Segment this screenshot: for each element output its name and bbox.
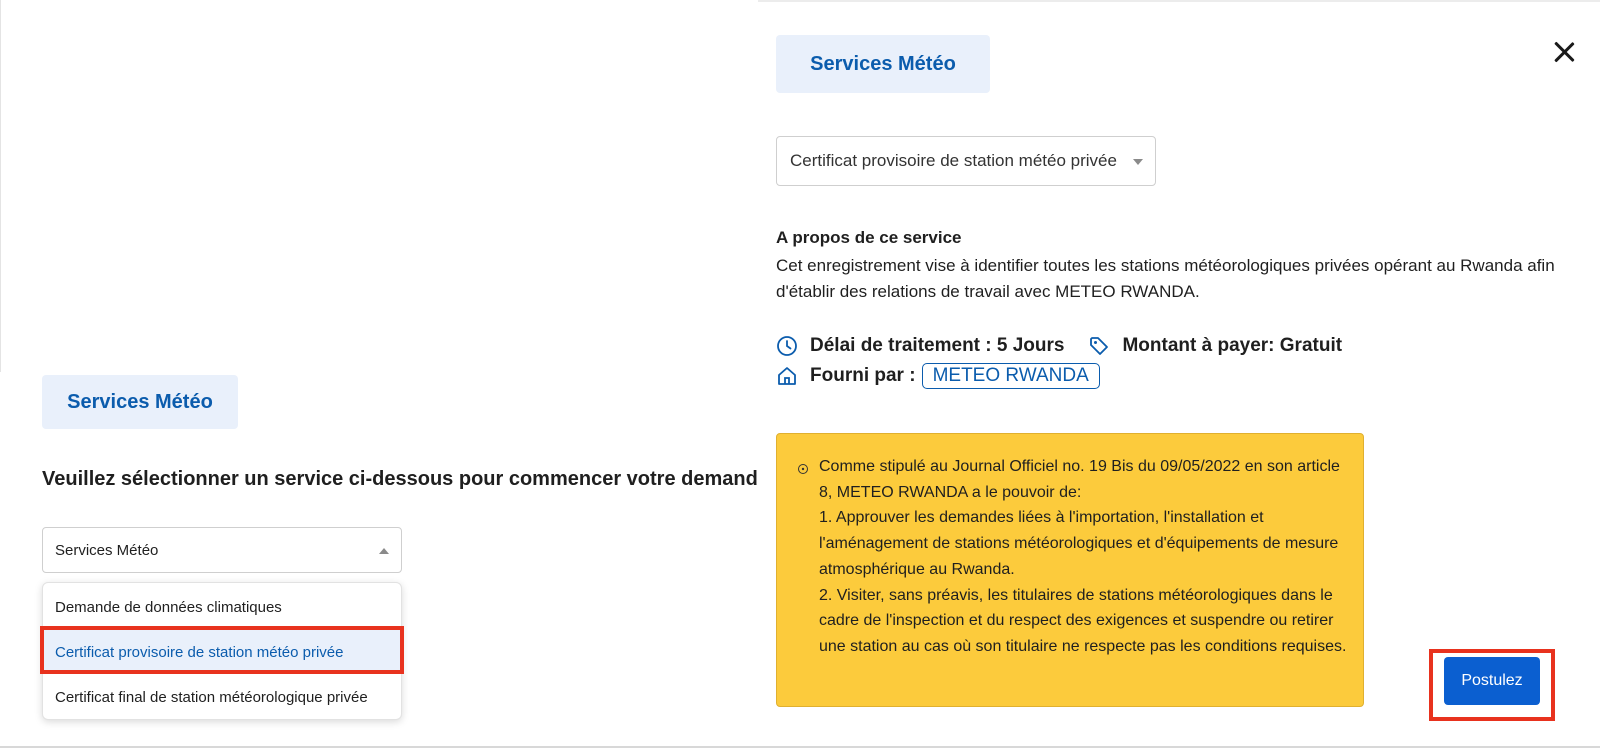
category-chip[interactable]: Services Météo xyxy=(776,35,990,93)
service-select-value: Certificat provisoire de station météo p… xyxy=(790,151,1117,170)
provider-row: Fourni par : METEO RWANDA xyxy=(776,363,1100,389)
left-panel: Services Météo Veuillez sélectionner un … xyxy=(0,0,769,748)
apply-button[interactable]: Postulez xyxy=(1444,657,1540,705)
legal-notice: Comme stipulé au Journal Officiel no. 19… xyxy=(776,433,1364,707)
divider xyxy=(758,0,1600,2)
option-label: Certificat provisoire de station météo p… xyxy=(55,643,344,661)
notice-line: Comme stipulé au Journal Officiel no. 19… xyxy=(819,458,1340,501)
service-meta-row: Délai de traitement : 5 Jours Montant à … xyxy=(776,335,1342,357)
category-chip[interactable]: Services Météo xyxy=(42,375,238,429)
service-category-select[interactable]: Services Météo xyxy=(42,527,402,573)
caret-up-icon xyxy=(379,548,389,554)
option-final-certificate[interactable]: Certificat final de station météorologiq… xyxy=(43,675,401,719)
provided-by-label: Fourni par : xyxy=(810,365,916,386)
service-dropdown-menu: Demande de données climatiques Certifica… xyxy=(42,582,402,720)
provider-badge: METEO RWANDA xyxy=(921,363,1100,389)
close-icon[interactable] xyxy=(1550,38,1578,66)
amount-to-pay: Montant à payer: Gratuit xyxy=(1122,335,1343,356)
tag-icon xyxy=(1088,335,1110,357)
caret-down-icon xyxy=(1133,159,1143,165)
divider xyxy=(0,0,1,372)
option-climate-data[interactable]: Demande de données climatiques xyxy=(43,585,401,629)
select-service-prompt: Veuillez sélectionner un service ci-dess… xyxy=(42,468,769,490)
about-text: Cet enregistrement vise à identifier tou… xyxy=(776,256,1555,301)
notice-text: Comme stipulé au Journal Officiel no. 19… xyxy=(819,454,1349,660)
home-icon xyxy=(776,365,798,387)
service-category-select-value: Services Météo xyxy=(55,541,159,559)
processing-time: Délai de traitement : 5 Jours xyxy=(810,335,1065,356)
notice-line: 2. Visiter, sans préavis, les titulaires… xyxy=(819,586,1347,655)
option-provisional-certificate[interactable]: Certificat provisoire de station météo p… xyxy=(43,630,401,674)
notice-line: 1. Approuver les demandes liées à l'impo… xyxy=(819,509,1339,578)
category-chip-label: Services Météo xyxy=(810,52,956,75)
service-details-drawer: Services Météo Certificat provisoire de … xyxy=(758,0,1600,748)
option-label: Certificat final de station météorologiq… xyxy=(55,688,368,706)
info-circle-icon xyxy=(797,462,809,474)
clock-icon xyxy=(776,335,798,357)
about-title: A propos de ce service xyxy=(776,228,962,247)
service-select[interactable]: Certificat provisoire de station météo p… xyxy=(776,136,1156,186)
option-label: Demande de données climatiques xyxy=(55,598,282,616)
category-chip-label: Services Météo xyxy=(67,390,213,413)
